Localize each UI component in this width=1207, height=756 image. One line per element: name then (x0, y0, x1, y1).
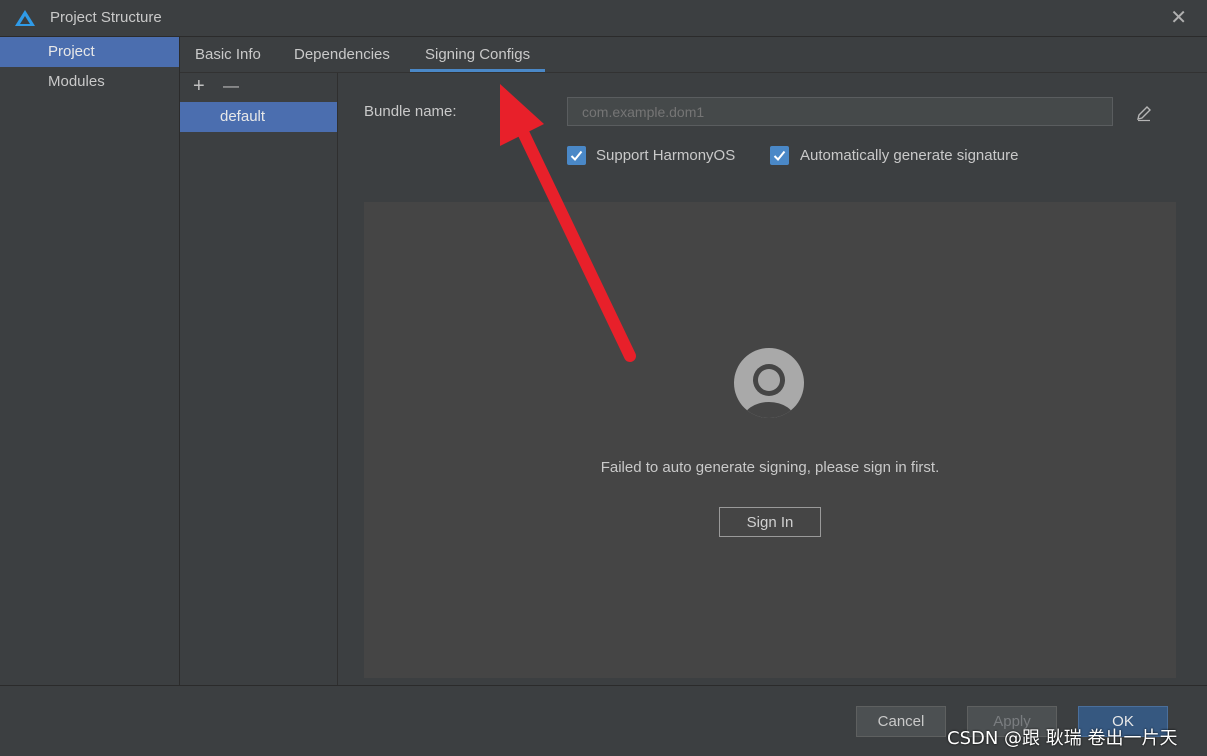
add-config-button[interactable]: + (193, 75, 205, 98)
support-harmonyos-label: Support HarmonyOS (596, 147, 736, 164)
nav-item-project[interactable]: Project (0, 37, 179, 67)
sign-in-panel: Failed to auto generate signing, please … (364, 202, 1176, 678)
support-harmonyos-checkbox[interactable] (567, 146, 586, 165)
auto-generate-signature-label: Automatically generate signature (800, 147, 1019, 164)
auto-generate-signature-checkbox[interactable] (770, 146, 789, 165)
nav-item-modules[interactable]: Modules (0, 67, 179, 97)
sign-in-failure-message: Failed to auto generate signing, please … (600, 459, 940, 476)
window-title: Project Structure (50, 9, 162, 26)
sign-in-button[interactable]: Sign In (719, 507, 821, 537)
signing-config-list: + — default (180, 73, 338, 685)
tab-bar: Basic Info Dependencies Signing Configs (180, 37, 1207, 73)
title-bar: Project Structure ✕ (0, 0, 1207, 37)
close-icon[interactable]: ✕ (1170, 7, 1187, 29)
user-avatar-icon (734, 348, 804, 418)
app-logo-icon (15, 10, 35, 26)
tab-signing-configs[interactable]: Signing Configs (410, 37, 546, 72)
tab-basic-info[interactable]: Basic Info (195, 37, 261, 72)
checkmark-icon (773, 150, 786, 161)
edit-pencil-icon[interactable] (1135, 104, 1153, 122)
tab-dependencies[interactable]: Dependencies (294, 37, 390, 72)
config-item-default[interactable]: default (180, 102, 337, 132)
bundle-name-input[interactable] (567, 97, 1113, 126)
csdn-watermark: CSDN @跟 耿瑞 卷出一片天 (947, 728, 1178, 749)
signing-configs-panel: Bundle name: Support HarmonyOS Automatic… (338, 73, 1207, 685)
left-nav: Project Modules (0, 37, 180, 685)
cancel-button[interactable]: Cancel (856, 706, 946, 737)
checkmark-icon (570, 150, 583, 161)
bundle-name-label: Bundle name: (364, 103, 457, 120)
remove-config-button[interactable]: — (223, 78, 239, 96)
